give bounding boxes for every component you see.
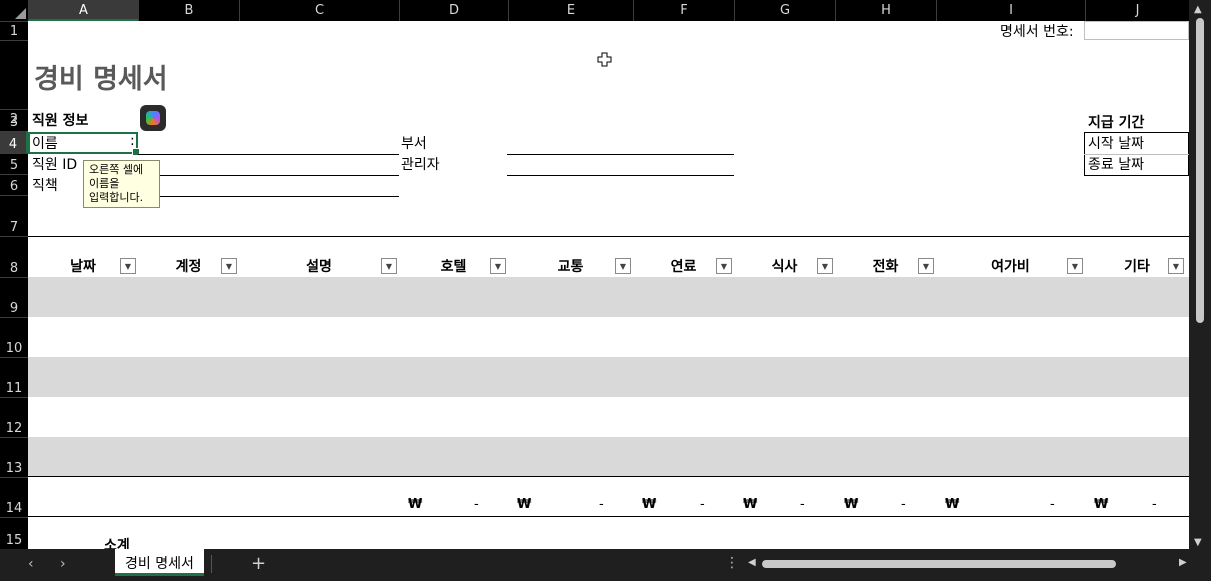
scroll-up-icon[interactable]: ▲ <box>1194 4 1202 15</box>
row-header-5[interactable]: 5 <box>0 153 28 174</box>
total-entertainment-value: - <box>1050 497 1055 512</box>
scroll-down-icon[interactable]: ▼ <box>1194 537 1202 548</box>
column-header-e[interactable]: E <box>508 0 633 21</box>
row-header-8[interactable]: 8 <box>0 236 28 277</box>
horizontal-scrollbar[interactable]: ◀ ▶ <box>748 557 1191 571</box>
plus-cursor-icon <box>597 52 612 67</box>
chevron-down-icon[interactable]: ▼ <box>1168 258 1184 274</box>
total-fuel-currency: ₩ <box>642 497 657 512</box>
column-header-c[interactable]: C <box>239 0 399 21</box>
total-fuel-value: - <box>700 497 705 512</box>
total-transport-currency: ₩ <box>517 497 532 512</box>
row-header-12[interactable]: 12 <box>0 397 28 437</box>
row-header-1[interactable]: 1 <box>0 21 28 40</box>
department-input-line[interactable] <box>507 154 734 155</box>
worksheet-grid[interactable]: 명세서 번호: 경비 명세서 직원 정보 지급 기간 이름 : 부서 시작 날짜… <box>28 21 1189 549</box>
more-options-icon[interactable]: ⋮ <box>725 555 739 571</box>
total-phone-currency: ₩ <box>844 497 859 512</box>
column-header-f[interactable]: F <box>633 0 734 21</box>
sheet-tab-expense[interactable]: 경비 명세서 <box>115 549 204 576</box>
scroll-left-icon[interactable]: ◀ <box>748 557 756 568</box>
total-hotel-value: - <box>474 497 479 512</box>
totals-bottom-border <box>28 516 1189 517</box>
start-date-label: 시작 날짜 <box>1088 136 1144 152</box>
total-transport-value: - <box>599 497 604 512</box>
chevron-down-icon[interactable]: ▼ <box>490 258 506 274</box>
column-header-b[interactable]: B <box>138 0 239 21</box>
total-other-value: - <box>1152 497 1157 512</box>
chevron-down-icon[interactable]: ▼ <box>1067 258 1083 274</box>
row-header-4[interactable]: 4 <box>0 131 28 153</box>
invoice-number-input[interactable] <box>1084 21 1189 40</box>
row-header-7[interactable]: 7 <box>0 195 28 236</box>
chevron-down-icon[interactable]: ▼ <box>381 258 397 274</box>
position-label: 직책 <box>32 178 58 194</box>
employee-id-label: 직원 ID <box>32 157 78 173</box>
sheet-tab-bar: ‹ › 경비 명세서 + ⋮ ◀ ▶ <box>0 549 1211 581</box>
total-other-currency: ₩ <box>1094 497 1109 512</box>
prev-sheet-button[interactable]: ‹ <box>28 556 34 572</box>
chevron-down-icon[interactable]: ▼ <box>120 258 136 274</box>
chevron-down-icon[interactable]: ▼ <box>221 258 237 274</box>
band-row-9 <box>28 277 1189 317</box>
employee-id-input-line[interactable] <box>138 175 399 176</box>
copilot-icon[interactable] <box>140 105 166 131</box>
department-label: 부서 <box>401 136 427 152</box>
column-header-a[interactable]: A <box>28 0 138 21</box>
chevron-down-icon[interactable]: ▼ <box>716 258 732 274</box>
table-top-border <box>28 236 1189 237</box>
total-entertainment-currency: ₩ <box>945 497 960 512</box>
row-header-14[interactable]: 14 <box>0 477 28 517</box>
total-hotel-currency: ₩ <box>408 497 423 512</box>
next-sheet-button[interactable]: › <box>60 556 66 572</box>
add-sheet-button[interactable]: + <box>251 553 266 574</box>
horizontal-scroll-thumb[interactable] <box>762 560 1116 568</box>
chevron-down-icon[interactable]: ▼ <box>615 258 631 274</box>
pay-period-heading: 지급 기간 <box>1088 115 1145 131</box>
select-all-button[interactable] <box>0 0 28 21</box>
header-entertainment: 여가비 <box>991 259 1030 275</box>
row-header-10[interactable]: 10 <box>0 317 28 357</box>
chevron-down-icon[interactable]: ▼ <box>918 258 934 274</box>
selected-cell-a4[interactable] <box>28 132 140 156</box>
input-hint-tooltip: 오른쪽 셀에 이름을 입력합니다. <box>83 160 160 208</box>
invoice-number-label: 명세서 번호: <box>1000 24 1074 40</box>
row-header-6[interactable]: 6 <box>0 174 28 195</box>
vertical-scrollbar[interactable]: ▲ ▼ <box>1189 0 1211 549</box>
vertical-scroll-thumb[interactable] <box>1196 18 1204 323</box>
page-title: 경비 명세서 <box>34 64 168 95</box>
manager-input-line[interactable] <box>507 175 734 176</box>
row-header-bar: 1 2 3 4 5 6 7 8 9 10 11 12 13 14 15 <box>0 21 28 549</box>
header-description: 설명 <box>306 259 332 275</box>
row-header-9[interactable]: 9 <box>0 277 28 317</box>
band-row-13 <box>28 437 1189 477</box>
row-header-11[interactable]: 11 <box>0 357 28 397</box>
scroll-right-icon[interactable]: ▶ <box>1179 557 1187 568</box>
column-header-i[interactable]: I <box>936 0 1085 21</box>
total-phone-value: - <box>901 497 906 512</box>
name-input-line[interactable] <box>138 154 399 155</box>
manager-label: 관리자 <box>401 157 440 173</box>
column-header-bar: A B C D E F G H I J <box>0 0 1189 21</box>
employee-info-heading: 직원 정보 <box>32 113 89 129</box>
subtotal-label: 소계 <box>104 538 130 549</box>
totals-top-border <box>28 476 1189 477</box>
chevron-down-icon[interactable]: ▼ <box>817 258 833 274</box>
position-input-line[interactable] <box>138 196 399 197</box>
tab-separator <box>211 555 212 573</box>
band-row-11 <box>28 357 1189 397</box>
end-date-label: 종료 날짜 <box>1088 157 1144 173</box>
total-meals-currency: ₩ <box>743 497 758 512</box>
column-header-j[interactable]: J <box>1085 0 1189 21</box>
column-header-h[interactable]: H <box>835 0 936 21</box>
row-header-3[interactable]: 3 <box>0 109 28 131</box>
total-meals-value: - <box>800 497 805 512</box>
row-header-15[interactable]: 15 <box>0 517 28 549</box>
column-header-d[interactable]: D <box>399 0 508 21</box>
column-header-g[interactable]: G <box>734 0 835 21</box>
row-header-13[interactable]: 13 <box>0 437 28 477</box>
